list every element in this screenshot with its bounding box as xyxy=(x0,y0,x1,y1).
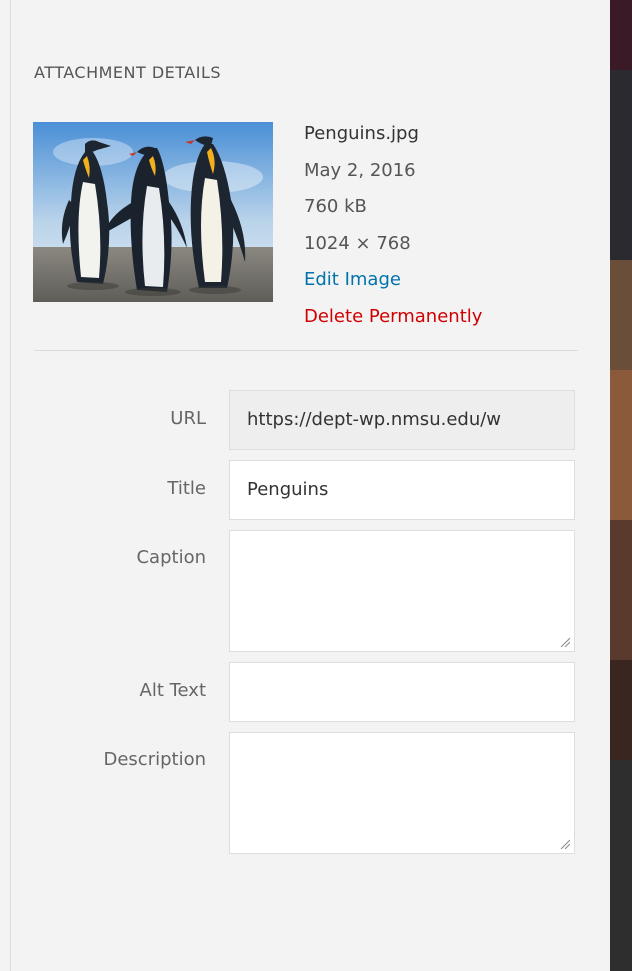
alt-text-label: Alt Text xyxy=(139,680,207,701)
attachment-meta: Penguins.jpg May 2, 2016 760 kB 1024 × 7… xyxy=(304,116,482,335)
delete-permanently-link[interactable]: Delete Permanently xyxy=(304,299,482,336)
attachment-dimensions: 1024 × 768 xyxy=(304,232,411,254)
attachment-date: May 2, 2016 xyxy=(304,159,416,181)
url-label: URL xyxy=(170,408,206,429)
penguins-image xyxy=(33,122,273,302)
description-field[interactable] xyxy=(229,732,575,854)
edit-image-link[interactable]: Edit Image xyxy=(304,262,482,299)
background-overlay-strip xyxy=(610,0,632,971)
resize-grip-icon[interactable] xyxy=(560,637,570,647)
attachment-thumbnail[interactable] xyxy=(33,122,273,302)
alt-text-field[interactable] xyxy=(229,662,575,722)
section-divider xyxy=(34,350,578,351)
panel-heading: ATTACHMENT DETAILS xyxy=(34,63,222,82)
caption-label: Caption xyxy=(136,547,206,568)
caption-field[interactable] xyxy=(229,530,575,652)
resize-grip-icon[interactable] xyxy=(560,839,570,849)
url-field[interactable]: https://dept-wp.nmsu.edu/w xyxy=(229,390,575,450)
attachment-filename: Penguins.jpg xyxy=(304,123,419,144)
title-field[interactable]: Penguins xyxy=(229,460,575,520)
title-label: Title xyxy=(167,478,206,499)
description-label: Description xyxy=(103,749,206,770)
attachment-filesize: 760 kB xyxy=(304,196,367,217)
